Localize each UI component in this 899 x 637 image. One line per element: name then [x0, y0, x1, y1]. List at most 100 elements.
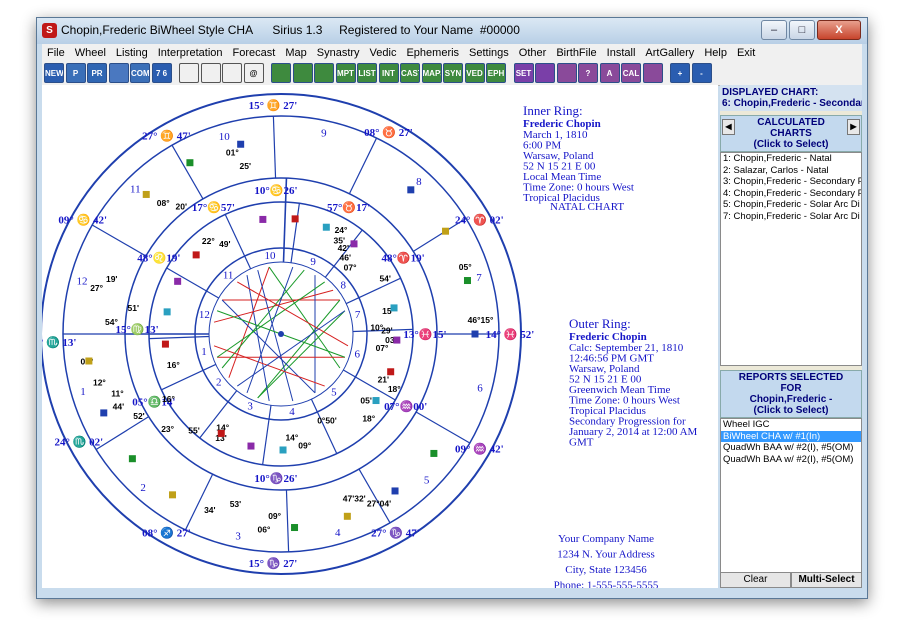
prev-arrow-icon[interactable]: ◀ [722, 119, 735, 135]
list-item[interactable]: QuadWh BAA w/ #2(I), #5(OM) [721, 454, 861, 466]
title-bar[interactable]: S Chopin,Frederic BiWheel Style CHA Siri… [37, 18, 867, 44]
toolbar-button-8[interactable] [222, 63, 242, 83]
menu-interpretation[interactable]: Interpretation [153, 47, 228, 59]
list-item[interactable]: QuadWh BAA w/ #2(I), #5(OM) [721, 442, 861, 454]
toolbar-button-10[interactable] [271, 63, 291, 83]
menu-forecast[interactable]: Forecast [228, 47, 281, 59]
planet-position-label: 07° [376, 343, 389, 353]
list-item[interactable]: 2: Salazar, Carlos - Natal [721, 165, 861, 177]
reports-header: REPORTS SELECTED FOR Chopin,Frederic - (… [720, 370, 862, 418]
outer-cusp-label: 24° ♏ 02' [54, 436, 103, 449]
toolbar-button-20[interactable]: EPH [486, 63, 506, 83]
toolbar-button-18[interactable]: SYN [443, 63, 463, 83]
planet-glyph-icon [407, 186, 415, 194]
toolbar-button-17[interactable]: MAPS [421, 63, 442, 83]
planet-glyph-icon [471, 330, 479, 338]
toolbar-button-0[interactable]: NEW [44, 63, 64, 83]
planet-position-label: 25' [239, 161, 250, 171]
multi-select-button[interactable]: Multi-Select [791, 572, 862, 588]
menu-settings[interactable]: Settings [464, 47, 514, 59]
menu-vedic[interactable]: Vedic [365, 47, 402, 59]
menu-birthfile[interactable]: BirthFile [551, 47, 601, 59]
toolbar-button-22[interactable] [535, 63, 555, 83]
inner-cusp-label: 07°♒00' [384, 400, 427, 413]
planet-position-label: 06° [257, 524, 270, 534]
toolbar-button-4[interactable]: COMP [130, 63, 150, 83]
menu-map[interactable]: Map [280, 47, 311, 59]
toolbar-button-23[interactable] [556, 63, 577, 83]
toolbar-button-29[interactable]: - [691, 63, 712, 83]
app-window: S Chopin,Frederic BiWheel Style CHA Siri… [36, 17, 868, 599]
toolbar-button-2[interactable]: PR [87, 63, 107, 83]
reports-subtitle: (Click to Select) [753, 405, 829, 416]
list-item[interactable]: 7: Chopin,Frederic - Solar Arc Di [721, 211, 861, 223]
menu-wheel[interactable]: Wheel [70, 47, 111, 59]
inner-cusp-label: 10°♋26' [254, 184, 297, 197]
toolbar-button-14[interactable]: LIST [357, 63, 377, 83]
toolbar-button-15[interactable]: INT [378, 63, 399, 83]
menu-listing[interactable]: Listing [111, 47, 153, 59]
next-arrow-icon[interactable]: ▶ [847, 119, 860, 135]
toolbar-button-7[interactable] [200, 63, 221, 83]
outer-cusp-label: 08° ♐ 27' [142, 526, 191, 539]
toolbar-button-26[interactable]: CAL [621, 63, 641, 83]
inner-cusp-label: 48°♌19' [137, 252, 180, 265]
menu-install[interactable]: Install [602, 47, 641, 59]
list-item[interactable]: Wheel IGC [721, 419, 861, 431]
menu-synastry[interactable]: Synastry [312, 47, 365, 59]
planet-glyph-icon [128, 455, 136, 463]
outer-ring-heading: Outer Ring: [569, 316, 631, 331]
menu-file[interactable]: File [42, 47, 70, 59]
planet-position-label: 44' [113, 401, 124, 411]
toolbar-button-5[interactable]: 7 6 [151, 63, 172, 83]
company-line: 1234 N. Your Address [557, 549, 655, 561]
planet-position-label: 55' [188, 426, 199, 436]
outer-house-number: 5 [424, 475, 430, 487]
toolbar-button-6[interactable] [179, 63, 199, 83]
toolbar-button-28[interactable]: + [670, 63, 690, 83]
outer-house-number: 4 [335, 527, 341, 539]
menu-help[interactable]: Help [699, 47, 732, 59]
toolbar-button-16[interactable]: CAST [400, 63, 420, 83]
planet-position-label: 08° [157, 198, 170, 208]
list-item[interactable]: 1: Chopin,Frederic - Natal [721, 153, 861, 165]
planet-position-label: 07° [344, 262, 357, 272]
planet-position-label: 14° [285, 432, 298, 442]
inner-cusp-label: 17°♋57' [192, 201, 235, 214]
toolbar-button-9[interactable]: @ [243, 63, 264, 83]
toolbar-button-19[interactable]: VED [464, 63, 485, 83]
planet-position-label: 34' [204, 505, 215, 515]
toolbar-button-11[interactable] [292, 63, 313, 83]
menu-ephemeris[interactable]: Ephemeris [401, 47, 464, 59]
outer-house-number: 2 [140, 482, 146, 494]
toolbar-button-25[interactable]: A [599, 63, 620, 83]
toolbar-button-12[interactable] [314, 63, 334, 83]
menu-artgallery[interactable]: ArtGallery [640, 47, 699, 59]
planet-glyph-icon [163, 308, 171, 316]
planet-position-label: 46°15° [468, 315, 494, 325]
planet-glyph-icon [142, 190, 150, 198]
planet-glyph-icon [174, 277, 182, 285]
planet-position-label: 01° [226, 147, 239, 157]
list-item[interactable]: 3: Chopin,Frederic - Secondary P [721, 176, 861, 188]
list-item-selected[interactable]: BiWheel CHA w/ #1(In) [721, 430, 861, 442]
toolbar-button-3[interactable] [108, 63, 129, 83]
close-button[interactable]: X [817, 20, 861, 40]
list-item[interactable]: 5: Chopin,Frederic - Solar Arc Di [721, 199, 861, 211]
toolbar-button-21[interactable]: SET [513, 63, 534, 83]
planet-position-label: 16° [162, 394, 175, 404]
chart-wheel[interactable]: 12345678910111212345678910111215° ♏ 13'2… [42, 85, 718, 588]
maximize-button[interactable]: □ [789, 20, 815, 40]
menu-exit[interactable]: Exit [732, 47, 760, 59]
list-item[interactable]: 4: Chopin,Frederic - Secondary P [721, 188, 861, 200]
toolbar-button-27[interactable] [642, 63, 663, 83]
toolbar-button-13[interactable]: MPT [335, 63, 356, 83]
toolbar-button-24[interactable]: ? [578, 63, 598, 83]
menu-other[interactable]: Other [514, 47, 552, 59]
inner-ring-chart-type: NATAL CHART [550, 201, 624, 213]
sidebar: DISPLAYED CHART: 6: Chopin,Frederic - Se… [720, 85, 862, 590]
clear-button[interactable]: Clear [720, 572, 791, 588]
toolbar-button-1[interactable]: P [65, 63, 86, 83]
inner-house-number: 9 [310, 256, 316, 268]
minimize-button[interactable]: – [761, 20, 787, 40]
